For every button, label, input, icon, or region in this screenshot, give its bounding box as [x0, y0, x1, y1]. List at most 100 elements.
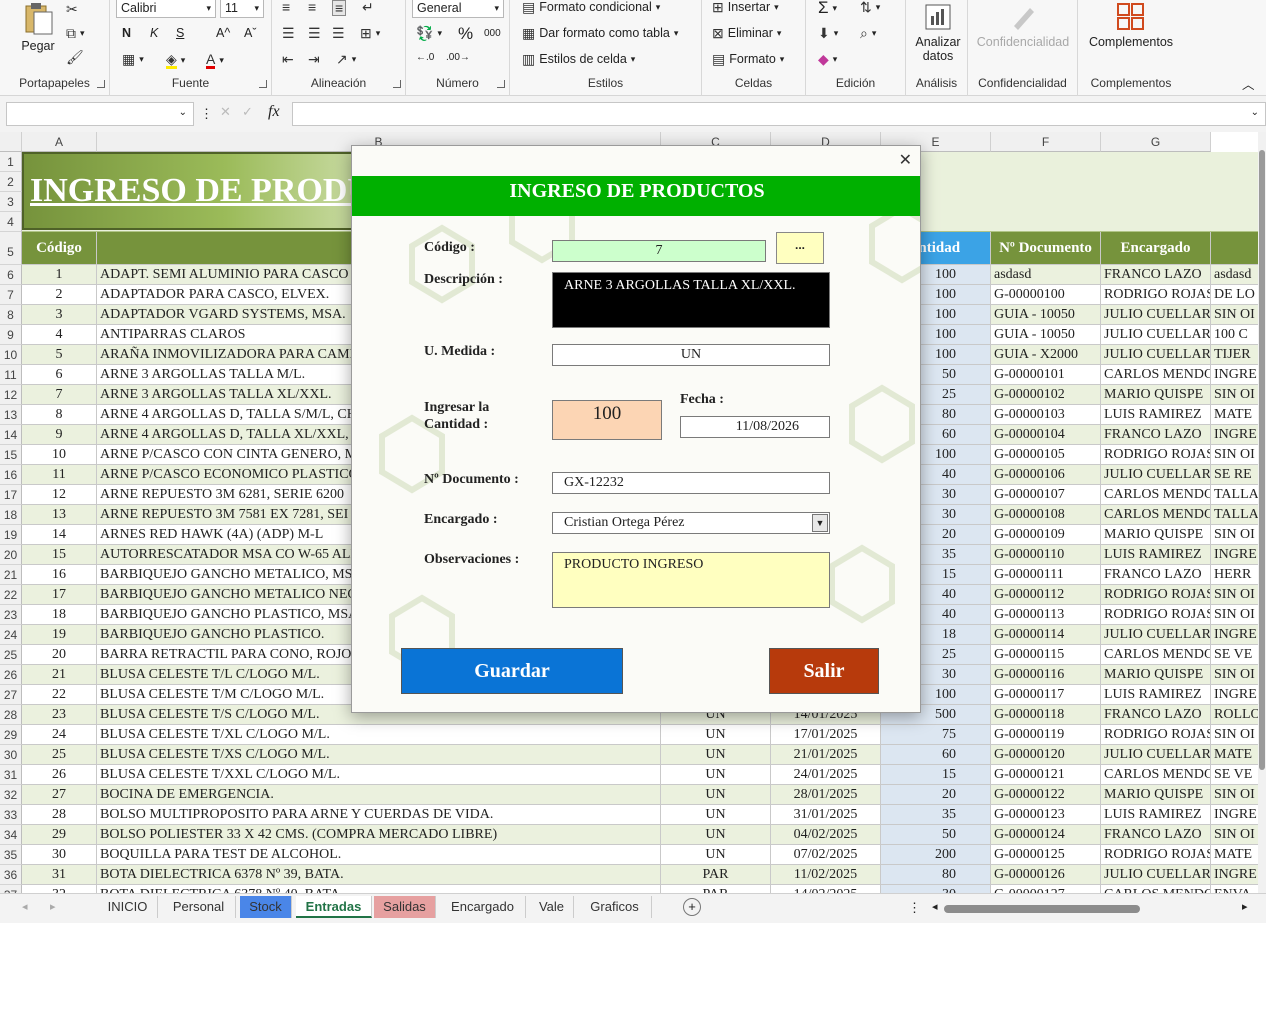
table-cell[interactable]: 3: [22, 305, 97, 325]
row-number[interactable]: 9: [0, 325, 22, 345]
table-cell[interactable]: TALLA: [1211, 485, 1258, 505]
table-cell[interactable]: 17/01/2025: [771, 725, 881, 745]
merge-center-icon[interactable]: ⊞ ▾: [360, 26, 380, 40]
table-cell[interactable]: PAR: [661, 885, 771, 893]
table-cell[interactable]: 25: [22, 745, 97, 765]
table-cell[interactable]: UN: [661, 745, 771, 765]
table-cell[interactable]: 2: [22, 285, 97, 305]
table-cell[interactable]: INGRE: [1211, 685, 1258, 705]
table-cell[interactable]: 17: [22, 585, 97, 605]
table-cell[interactable]: BOLSO MULTIPROPOSITO PARA ARNE Y CUERDAS…: [97, 805, 661, 825]
table-cell[interactable]: LUIS RAMIREZ: [1101, 685, 1211, 705]
table-cell[interactable]: HERR: [1211, 565, 1258, 585]
codigo-field[interactable]: 7: [552, 240, 766, 262]
table-cell[interactable]: FRANCO LAZO: [1101, 425, 1211, 445]
table-cell[interactable]: FRANCO LAZO: [1101, 825, 1211, 845]
table-cell[interactable]: G-00000104: [991, 425, 1101, 445]
sheet-tab-stock[interactable]: Stock: [240, 896, 292, 918]
insert-function-icon[interactable]: fx: [268, 103, 280, 121]
table-cell[interactable]: RODRIGO ROJAS: [1101, 285, 1211, 305]
close-dialog-button[interactable]: ✕: [899, 150, 912, 170]
table-cell[interactable]: 80: [881, 865, 991, 885]
fill-icon[interactable]: ⬇ ▾: [818, 26, 838, 40]
medida-field[interactable]: UN: [552, 344, 830, 366]
row-number[interactable]: 30: [0, 745, 22, 765]
table-cell[interactable]: asdasd: [1211, 265, 1258, 285]
table-cell[interactable]: LUIS RAMIREZ: [1101, 405, 1211, 425]
bold-button[interactable]: N: [122, 26, 131, 40]
font-color-icon[interactable]: A ▾: [206, 52, 224, 69]
row-number[interactable]: 7: [0, 285, 22, 305]
align-left-icon[interactable]: ☰: [282, 26, 295, 40]
table-cell[interactable]: 5: [22, 345, 97, 365]
align-center-icon[interactable]: ☰: [308, 26, 321, 40]
table-cell[interactable]: INGRE: [1211, 425, 1258, 445]
thousands-button[interactable]: 000: [484, 28, 501, 39]
table-cell[interactable]: BOCINA DE EMERGENCIA.: [97, 785, 661, 805]
table-cell[interactable]: 6: [22, 365, 97, 385]
align-right-icon[interactable]: ☰: [332, 26, 345, 40]
align-bottom-icon[interactable]: ≡: [332, 0, 347, 16]
autosum-button[interactable]: Σ ▾: [818, 0, 837, 18]
table-cell[interactable]: MARIO QUISPE: [1101, 525, 1211, 545]
row-number[interactable]: 11: [0, 365, 22, 385]
column-header[interactable]: G: [1101, 132, 1211, 152]
table-cell[interactable]: MATE: [1211, 745, 1258, 765]
table-cell[interactable]: G-00000121: [991, 765, 1101, 785]
table-cell[interactable]: 30: [22, 845, 97, 865]
table-cell[interactable]: MATE: [1211, 845, 1258, 865]
table-cell[interactable]: FRANCO LAZO: [1101, 565, 1211, 585]
percent-button[interactable]: %: [458, 24, 473, 44]
descripcion-field[interactable]: ARNE 3 ARGOLLAS TALLA XL/XXL.: [552, 272, 830, 328]
cut-icon[interactable]: ✂: [66, 2, 78, 16]
table-cell[interactable]: TALLA: [1211, 505, 1258, 525]
borders-icon[interactable]: ▦ ▾: [122, 52, 144, 66]
underline-button[interactable]: S: [176, 26, 184, 40]
table-cell[interactable]: SIN OI: [1211, 665, 1258, 685]
table-cell[interactable]: GUIA - 10050: [991, 325, 1101, 345]
row-number[interactable]: 32: [0, 785, 22, 805]
decrease-decimal-icon[interactable]: .00→: [446, 52, 470, 63]
table-cell[interactable]: 21: [22, 665, 97, 685]
table-cell[interactable]: 04/02/2025: [771, 825, 881, 845]
table-cell[interactable]: UN: [661, 785, 771, 805]
row-number[interactable]: 22: [0, 585, 22, 605]
table-cell[interactable]: G-00000117: [991, 685, 1101, 705]
wrap-text-icon[interactable]: ↵: [362, 0, 374, 14]
add-sheet-icon[interactable]: +: [683, 898, 701, 916]
table-cell[interactable]: INGRE: [1211, 805, 1258, 825]
table-cell[interactable]: 12: [22, 485, 97, 505]
table-cell[interactable]: CARLOS MENDOZ: [1101, 485, 1211, 505]
title-cell[interactable]: INGRESO DE PRODU: [22, 152, 372, 230]
copy-icon[interactable]: ⧉ ▾: [66, 26, 85, 40]
table-cell[interactable]: 8: [22, 405, 97, 425]
table-cell[interactable]: CARLOS MENDOZ: [1101, 885, 1211, 893]
sheet-tab-graficos[interactable]: Graficos: [578, 896, 652, 918]
table-cell[interactable]: CARLOS MENDOZ: [1101, 765, 1211, 785]
format-as-table-button[interactable]: ▦ Dar formato como tabla ▾: [522, 26, 678, 40]
encargado-select[interactable]: Cristian Ortega Pérez ▼: [552, 512, 830, 534]
table-cell[interactable]: 19: [22, 625, 97, 645]
sheet-tab-salidas[interactable]: Salidas: [374, 896, 436, 918]
table-cell[interactable]: 28/01/2025: [771, 785, 881, 805]
row-number[interactable]: 25: [0, 645, 22, 665]
clipboard-launcher-icon[interactable]: [97, 80, 105, 88]
table-cell[interactable]: G-00000126: [991, 865, 1101, 885]
formula-input[interactable]: ⌄: [292, 102, 1266, 126]
name-box-dropdown-icon[interactable]: ⌄: [179, 107, 187, 118]
table-cell[interactable]: JULIO CUELLAR: [1101, 745, 1211, 765]
table-cell[interactable]: 14/02/2025: [771, 885, 881, 893]
sheet-tab-encargado[interactable]: Encargado: [440, 896, 526, 918]
table-cell[interactable]: BLUSA CELESTE T/XS C/LOGO M/L.: [97, 745, 661, 765]
increase-indent-icon[interactable]: ⇥: [308, 52, 320, 66]
table-cell[interactable]: JULIO CUELLAR: [1101, 325, 1211, 345]
sheet-tab-inicio[interactable]: INICIO: [98, 896, 158, 918]
table-cell[interactable]: 28: [22, 805, 97, 825]
confirm-formula-icon[interactable]: ✓: [242, 104, 253, 120]
table-cell[interactable]: SE VE: [1211, 645, 1258, 665]
table-cell[interactable]: G-00000116: [991, 665, 1101, 685]
table-cell[interactable]: G-00000118: [991, 705, 1101, 725]
table-cell[interactable]: 20: [22, 645, 97, 665]
row-number[interactable]: 1: [0, 152, 22, 172]
table-cell[interactable]: RODRIGO ROJAS: [1101, 845, 1211, 865]
